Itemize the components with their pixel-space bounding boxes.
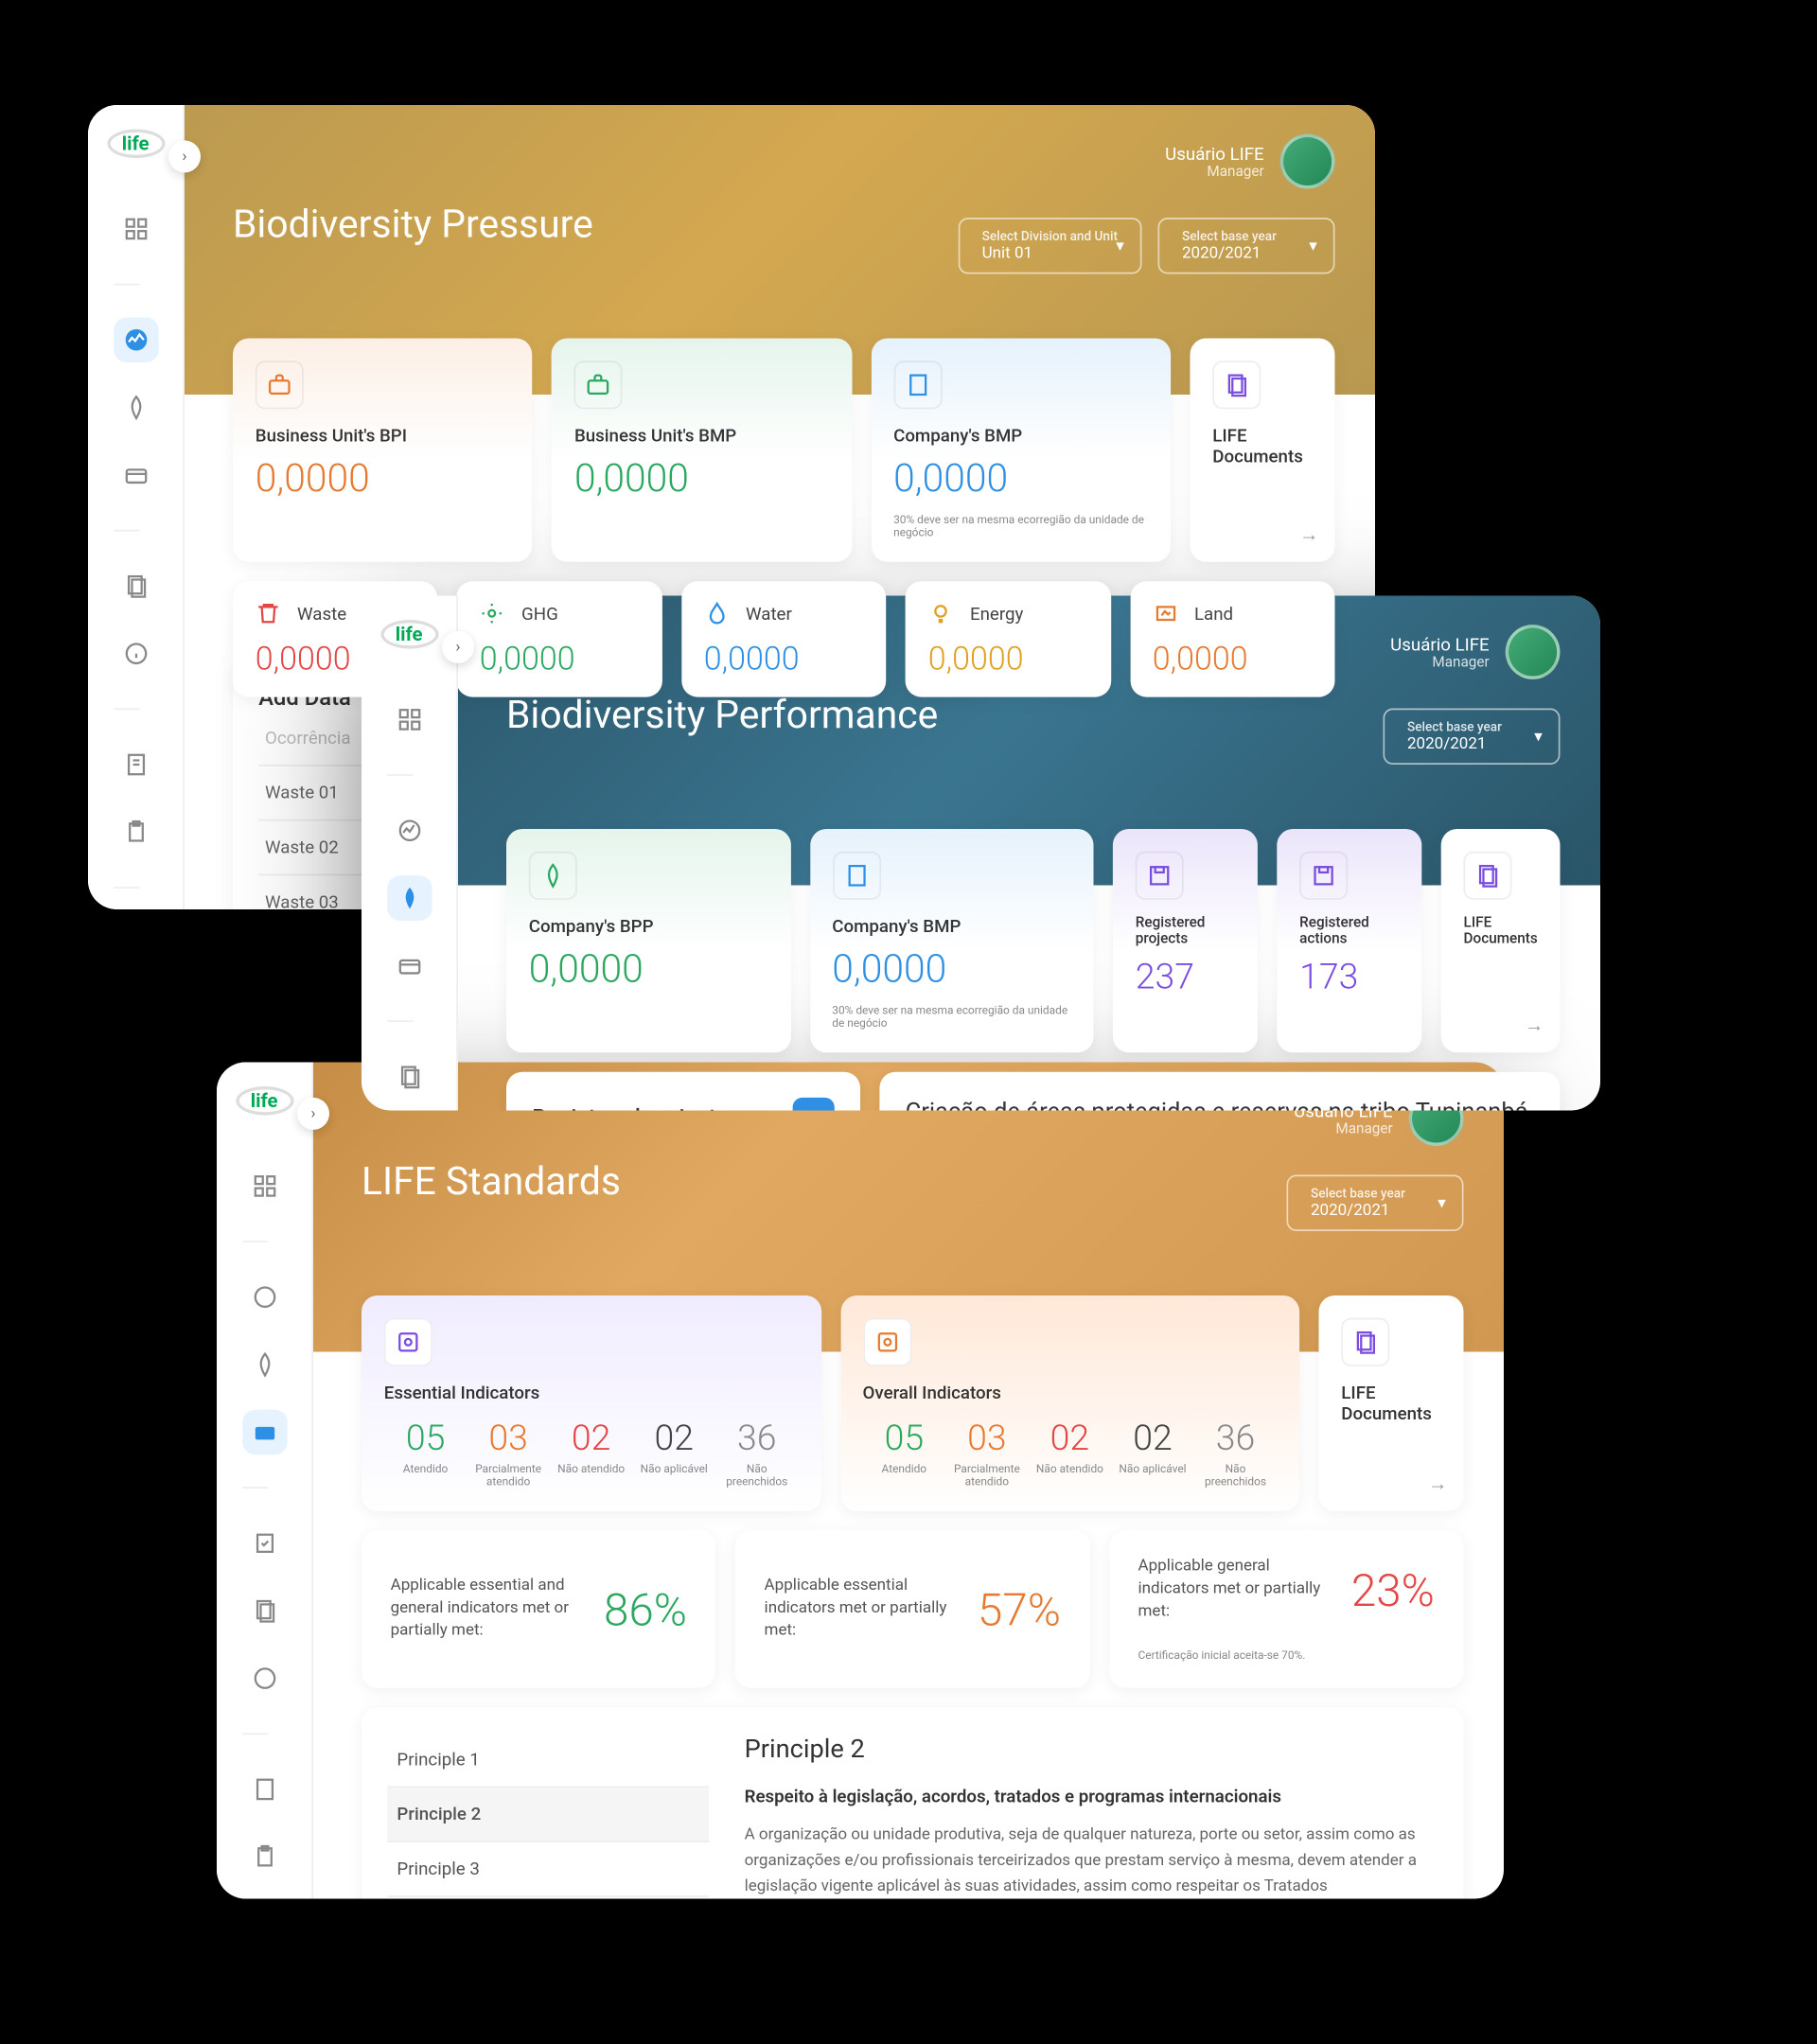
principle-detail: Principle 2 Respeito à legislação, acord… [729,1733,1438,1898]
section-project-detail: Criação de áreas protegidas e reservas n… [879,1072,1560,1111]
nav-clipboard-icon[interactable] [241,1835,287,1880]
card-bpi[interactable]: Business Unit's BPI 0,0000 [233,339,533,562]
logo: life [107,130,165,159]
sidebar: life [217,1063,313,1899]
year-select[interactable]: Select base year 2020/2021 [1287,1175,1464,1232]
nav-dashboard[interactable] [113,206,158,252]
nav-clipboard-icon[interactable] [113,810,158,855]
nav-pressure[interactable] [386,808,432,854]
pct-card-all: Applicable essential and general indicat… [362,1530,716,1688]
logo: life [236,1086,293,1116]
save-icon [1136,852,1184,900]
card-bmp[interactable]: Business Unit's BMP 0,0000 [552,339,852,562]
document-icon [1212,361,1261,409]
sidebar-toggle[interactable]: › [168,140,201,172]
user-role: Manager [1165,164,1264,180]
card-registered-projects[interactable]: Registered projects 237 [1113,829,1258,1052]
card-bpp[interactable]: Company's BPP 0,0000 [506,829,790,1052]
user-block[interactable]: Usuário LIFE Manager [1390,625,1560,679]
card-energy[interactable]: Energy 0,0000 [906,581,1111,696]
nav-dashboard[interactable] [241,1164,287,1209]
nav-performance[interactable] [241,1342,287,1387]
briefcase-icon [574,361,623,409]
building-icon [893,361,942,409]
co2-icon [480,601,505,626]
principle-item[interactable]: Principle 4 [387,1897,709,1899]
user-block[interactable]: Usuário LIFE Manager [1165,134,1334,189]
bulb-icon [928,601,954,626]
nav-standards[interactable] [386,943,432,989]
card-overall-indicators[interactable]: Overall Indicators 05Atendido 03Parcialm… [840,1295,1299,1511]
division-select[interactable]: Select Division and Unit Unit 01 [958,218,1141,274]
window-life-standards: life › Usuário LIFE Manager [217,1063,1504,1899]
year-select[interactable]: Select base year 2020/2021 [1158,218,1335,274]
user-role: Manager [1294,1121,1393,1137]
nav-pressure[interactable] [113,317,158,362]
pct-card-essential: Applicable essential indicators met or p… [735,1530,1090,1688]
card-registered-actions[interactable]: Registered actions 173 [1277,829,1421,1052]
nav-info-icon[interactable] [113,631,158,677]
pct-card-general: Applicable general indicators met or par… [1109,1530,1464,1688]
avatar [1280,134,1335,189]
principle-item[interactable]: Principle 2 [387,1788,709,1842]
sidebar-toggle[interactable]: › [442,631,474,663]
briefcase-icon [256,361,304,409]
section-registered-projects: Registered projects + [506,1072,860,1111]
user-role: Manager [1390,655,1490,671]
card-ghg[interactable]: GHG 0,0000 [457,581,662,696]
sidebar: life [88,105,185,909]
card-life-docs[interactable]: LIFE Documents → [1319,1295,1464,1511]
document-icon [1341,1318,1389,1366]
drop-icon [704,601,730,626]
indicator-icon [384,1318,432,1366]
user-name: Usuário LIFE [1390,633,1490,654]
land-icon [1153,601,1178,626]
principle-item[interactable]: Principle 3 [387,1842,709,1897]
nav-performance[interactable] [386,875,432,921]
nav-files-icon[interactable] [386,1054,432,1100]
user-name: Usuário LIFE [1165,143,1264,164]
card-land[interactable]: Land 0,0000 [1130,581,1335,696]
nav-info-icon[interactable] [241,1656,287,1701]
add-project-button[interactable]: + [793,1098,835,1111]
nav-files-icon[interactable] [113,564,158,609]
nav-check-icon[interactable] [241,1521,287,1566]
card-water[interactable]: Water 0,0000 [681,581,887,696]
card-company-bmp[interactable]: Company's BMP 0,0000 30% deve ser na mes… [871,339,1171,562]
card-life-docs[interactable]: LIFE Documents → [1441,829,1561,1052]
nav-report-icon[interactable] [113,742,158,787]
building-icon [832,852,880,900]
card-essential-indicators[interactable]: Essential Indicators 05Atendido 03Parcia… [362,1295,820,1511]
nav-performance[interactable] [113,385,158,431]
nav-report-icon[interactable] [241,1767,287,1812]
nav-standards[interactable] [241,1410,287,1455]
principle-item[interactable]: Principle 1 [387,1733,709,1788]
arrow-icon: → [1428,1472,1447,1495]
arrow-icon: → [1299,523,1318,546]
nav-standards[interactable] [113,452,158,498]
nav-pressure[interactable] [241,1275,287,1320]
card-life-docs[interactable]: LIFE Documents → [1190,339,1334,562]
principles-list: Principle 1 Principle 2 Principle 3 Prin… [387,1733,709,1898]
logo: life [380,620,438,649]
section-principles: Principle 1 Principle 2 Principle 3 Prin… [362,1707,1464,1898]
indicator-icon [863,1318,911,1366]
nav-dashboard[interactable] [386,697,432,743]
sidebar-toggle[interactable]: › [297,1098,329,1130]
trash-icon [256,601,281,626]
year-select[interactable]: Select base year 2020/2021 [1384,709,1561,766]
arrow-icon: → [1525,1014,1544,1037]
document-icon [1464,852,1512,900]
leaf-icon [529,852,577,900]
sidebar: life [362,596,458,1111]
avatar [1506,625,1561,679]
nav-files-icon[interactable] [241,1588,287,1633]
card-company-bmp[interactable]: Company's BMP 0,0000 30% deve ser na mes… [809,829,1093,1052]
save-icon [1299,852,1348,900]
